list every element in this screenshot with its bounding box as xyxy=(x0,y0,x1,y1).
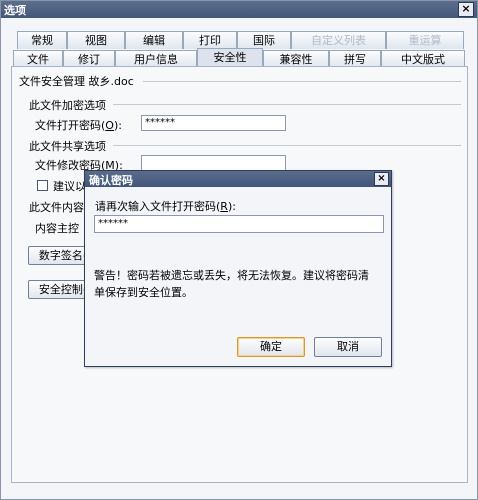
tab-security[interactable]: 安全性 xyxy=(197,48,263,68)
open-password-input[interactable]: ****** xyxy=(141,115,286,131)
tab-print[interactable]: 打印 xyxy=(183,31,237,49)
options-window: 选项 × 常规 视图 编辑 打印 国际 自定义列表 重运算 文件 修订 用户信息… xyxy=(0,0,478,500)
tab-international[interactable]: 国际 xyxy=(237,31,291,49)
open-password-label: 文件打开密码(O): xyxy=(35,119,122,132)
share-group-label: 此文件共享选项 xyxy=(29,140,106,153)
readonly-checkbox[interactable] xyxy=(37,180,48,191)
ok-button[interactable]: 确定 xyxy=(237,337,305,357)
confirm-password-dialog: 确认密码 × 请再次输入文件打开密码(R): ****** 警告！密码若被遗忘或… xyxy=(84,170,392,367)
readonly-checkbox-label: 建议以 xyxy=(53,180,86,193)
window-title: 选项 xyxy=(4,4,26,17)
close-icon[interactable]: × xyxy=(458,2,474,17)
confirm-prompt-label: 请再次输入文件打开密码(R): xyxy=(95,200,236,213)
tab-general[interactable]: 常规 xyxy=(17,31,67,49)
dialog-title: 确认密码 xyxy=(89,174,133,187)
warning-text-line2: 单保存到安全位置。 xyxy=(94,286,193,299)
tab-custom-lists: 自定义列表 xyxy=(291,31,386,49)
encrypt-group-label: 此文件加密选项 xyxy=(29,99,106,112)
divider xyxy=(113,145,461,146)
content-control-label: 内容主控 xyxy=(35,222,79,235)
dialog-close-icon[interactable]: × xyxy=(374,172,389,186)
cancel-button[interactable]: 取消 xyxy=(314,337,382,357)
content-group-label: 此文件内容 xyxy=(29,201,84,214)
security-heading: 文件安全管理 故乡.doc xyxy=(19,75,134,88)
confirm-password-input[interactable]: ****** xyxy=(94,215,384,233)
tab-view[interactable]: 视图 xyxy=(67,31,125,49)
warning-text-line1: 警告！密码若被遗忘或丢失，将无法恢复。建议将密码清 xyxy=(94,269,369,282)
modify-password-input[interactable] xyxy=(141,155,286,171)
tab-recalculate: 重运算 xyxy=(386,31,464,49)
tab-edit[interactable]: 编辑 xyxy=(125,31,183,49)
title-bar: 选项 × xyxy=(1,1,477,18)
dialog-title-bar: 确认密码 × xyxy=(85,171,391,187)
divider xyxy=(143,81,461,82)
divider xyxy=(113,104,461,105)
